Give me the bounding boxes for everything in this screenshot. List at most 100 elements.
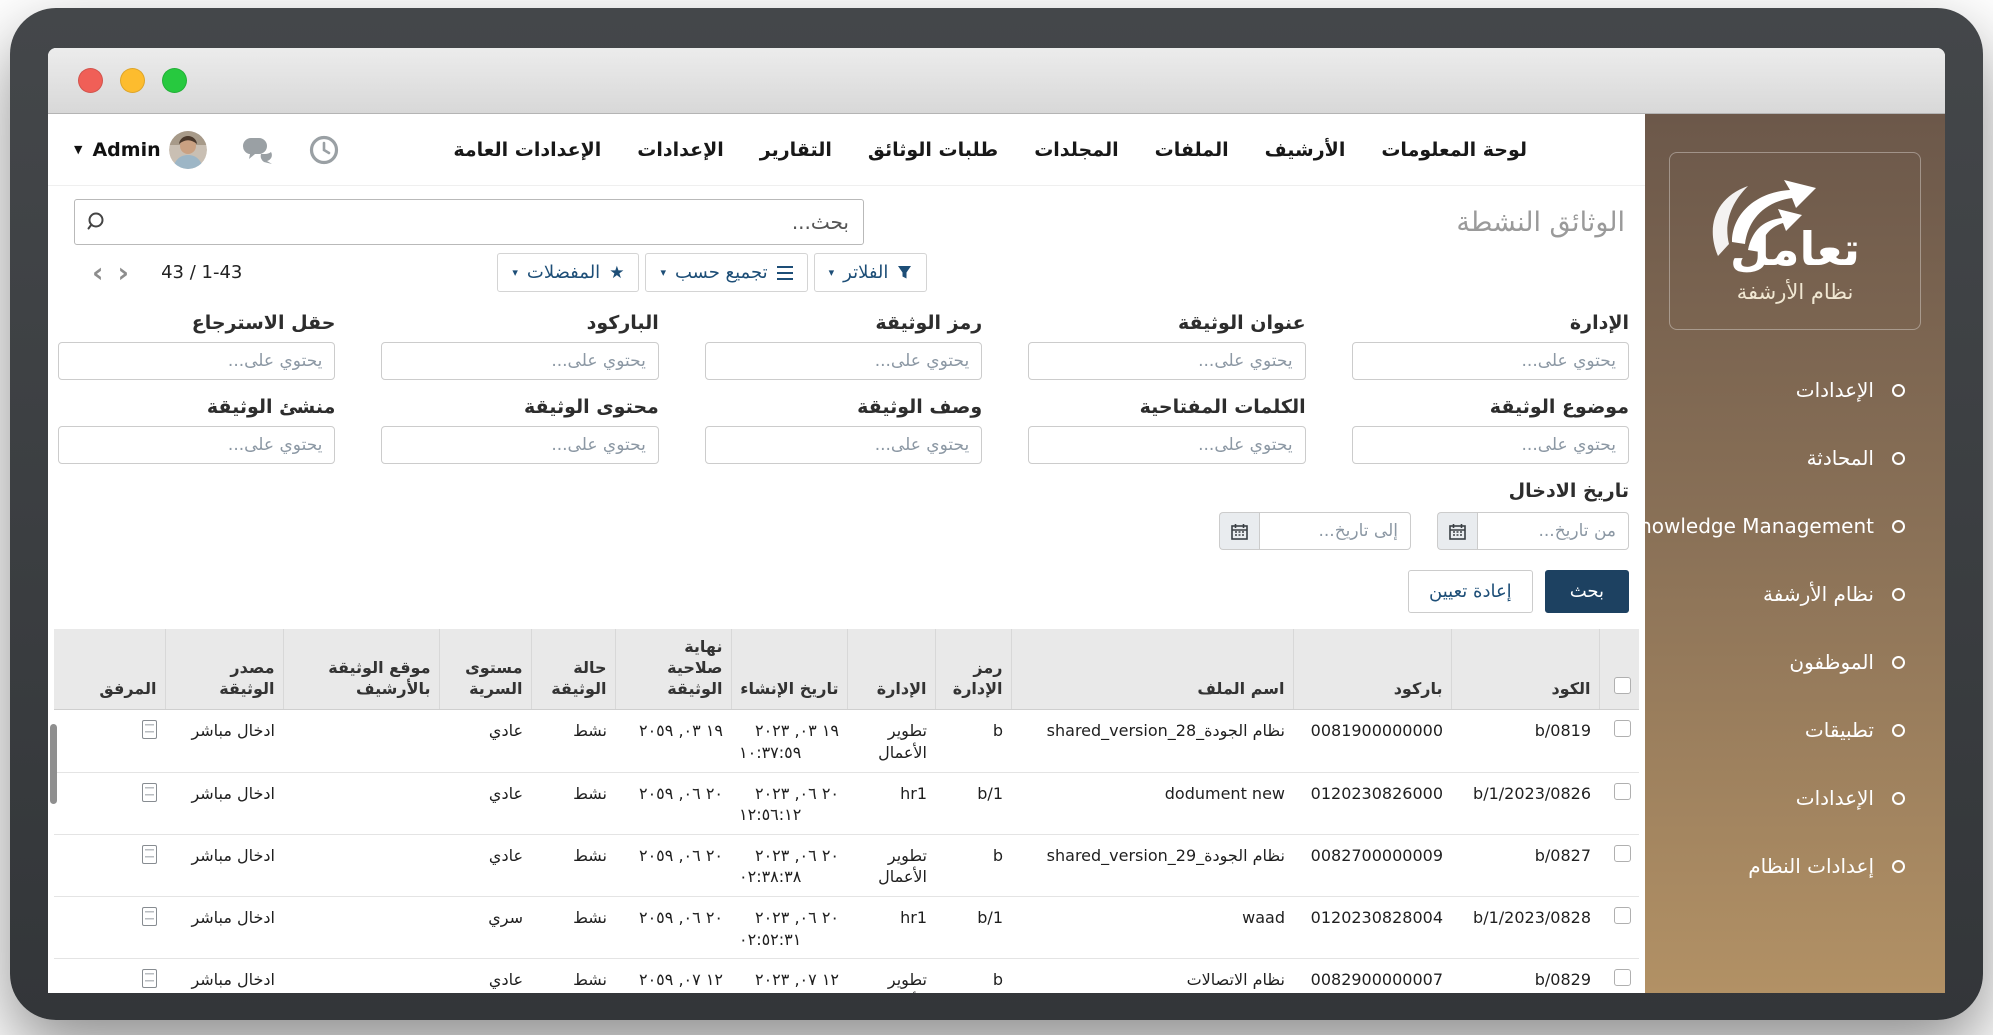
avatar[interactable] (169, 131, 207, 169)
user-menu[interactable]: Admin (92, 139, 160, 161)
zoom-button[interactable] (162, 68, 187, 93)
row-checkbox[interactable] (1614, 845, 1631, 862)
select-all-checkbox[interactable] (1614, 677, 1631, 694)
created-time: ٠٢:٣٨:٣٨ (739, 866, 839, 888)
filter-field-input[interactable] (1352, 342, 1629, 380)
minimize-button[interactable] (120, 68, 145, 93)
cell-confidentiality: عادي (439, 710, 531, 772)
table-row[interactable]: b/08290082900000007نظام الاتصالات الإدار… (54, 959, 1639, 993)
sidebar-item-5[interactable]: الموظفون (1645, 628, 1945, 696)
cell-confidentiality: عادي (439, 959, 531, 993)
filter-field-input[interactable] (58, 342, 335, 380)
row-checkbox[interactable] (1614, 720, 1631, 737)
filter-field-input[interactable] (1028, 426, 1305, 464)
attachment-icon[interactable] (142, 783, 157, 802)
column-header-12[interactable]: المرفق (54, 629, 165, 710)
filter-field-input[interactable] (705, 342, 982, 380)
sidebar-item-7[interactable]: الإعدادات (1645, 764, 1945, 832)
cell-dept-code: b (935, 710, 1011, 772)
scrollbar-thumb[interactable] (50, 724, 57, 804)
cell-status: نشط (531, 710, 615, 772)
table-row[interactable]: b/1/2023/08280120230828004waadb/1hr1٢٠ ٠… (54, 896, 1639, 958)
close-button[interactable] (78, 68, 103, 93)
row-checkbox[interactable] (1614, 783, 1631, 800)
cell-expiry: ١٢ ٠٧, ٢٠٥٩ (615, 959, 731, 993)
search-submit-button[interactable]: بحث (1545, 570, 1629, 613)
filter-panel: الإدارةعنوان الوثيقةرمز الوثيقةالباركودح… (48, 306, 1645, 613)
clock-icon[interactable] (309, 135, 339, 165)
nav-link-1[interactable]: لوحة المعلومات (1381, 139, 1527, 161)
cell-barcode: 0081900000000 (1293, 710, 1451, 772)
calendar-icon[interactable] (1437, 512, 1477, 550)
row-checkbox[interactable] (1614, 969, 1631, 986)
sidebar-item-8[interactable]: إعدادات النظام (1645, 832, 1945, 900)
caret-down-icon: ▾ (512, 266, 518, 279)
cell-created: ٢٠ ٠٦, ٢٠٢٣٠٢:٣٨:٣٨ (731, 834, 847, 896)
cell-source: ادخال مباشر (165, 710, 283, 772)
sidebar-item-6[interactable]: تطبيقات (1645, 696, 1945, 764)
attachment-icon[interactable] (142, 720, 157, 739)
column-header-4[interactable]: رمز الإدارة (935, 629, 1011, 710)
filter-field-input[interactable] (1028, 342, 1305, 380)
favorites-button[interactable]: ★ المفضلات ▾ (497, 253, 639, 292)
row-checkbox[interactable] (1614, 907, 1631, 924)
app-logo[interactable]: تعامل نظام الأرشفة (1669, 152, 1921, 330)
attachment-icon[interactable] (142, 845, 157, 864)
nav-link-8[interactable]: الإعدادات العامة (453, 139, 601, 161)
nav-link-5[interactable]: طلبات الوثائق (868, 139, 998, 161)
cell-barcode: 0082700000009 (1293, 834, 1451, 896)
filter-field-label: رمز الوثيقة (705, 312, 982, 334)
nav-link-2[interactable]: الأرشيف (1265, 139, 1346, 161)
menu-bullet-icon (1892, 452, 1905, 465)
filter-field-input[interactable] (381, 426, 658, 464)
column-header-5[interactable]: الإدارة (847, 629, 935, 710)
calendar-icon[interactable] (1219, 512, 1259, 550)
table-row[interactable]: b/08190081900000000نظام الجودة_shared_ve… (54, 710, 1639, 772)
sidebar-item-label: الإعدادات (1796, 786, 1874, 810)
filter-field-input[interactable] (58, 426, 335, 464)
nav-link-4[interactable]: المجلدات (1034, 139, 1118, 161)
attachment-icon[interactable] (142, 907, 157, 926)
column-header-9[interactable]: مستوى السرية (439, 629, 531, 710)
column-header-6[interactable]: تاريخ الإنشاء (731, 629, 847, 710)
filter-field-input[interactable] (705, 426, 982, 464)
column-header-1[interactable]: الكود (1451, 629, 1599, 710)
table-row[interactable]: b/1/2023/08260120230826000dodument newb/… (54, 772, 1639, 834)
table-row[interactable]: b/08270082700000009نظام الجودة_shared_ve… (54, 834, 1639, 896)
pager-next-icon[interactable]: › (118, 263, 130, 283)
nav-link-7[interactable]: الإعدادات (637, 139, 723, 161)
column-header-3[interactable]: اسم الملف (1011, 629, 1293, 710)
filter-field-input[interactable] (381, 342, 658, 380)
sidebar-item-2[interactable]: المحادثة (1645, 424, 1945, 492)
sidebar-item-1[interactable]: الإعدادات (1645, 356, 1945, 424)
cell-file-name: dodument new (1011, 772, 1293, 834)
cell-source: ادخال مباشر (165, 772, 283, 834)
column-header-8[interactable]: حالة الوثيقة (531, 629, 615, 710)
date-to-input[interactable] (1259, 512, 1411, 550)
column-header-2[interactable]: باركود (1293, 629, 1451, 710)
pager-prev-icon[interactable]: ‹ (92, 263, 104, 283)
row-select-cell (1599, 772, 1639, 834)
attachment-icon[interactable] (142, 969, 157, 988)
cell-status: نشط (531, 959, 615, 993)
column-header-11[interactable]: مصدر الوثيقة (165, 629, 283, 710)
group-by-button[interactable]: تجميع حسب ▾ (645, 253, 807, 292)
nav-link-6[interactable]: التقارير (760, 139, 832, 161)
nav-link-3[interactable]: الملفات (1155, 139, 1229, 161)
date-from-input[interactable] (1477, 512, 1629, 550)
row-select-cell (1599, 710, 1639, 772)
column-header-7[interactable]: نهاية صلاحية الوثيقة (615, 629, 731, 710)
sidebar-item-label: إعدادات النظام (1748, 854, 1874, 878)
reset-button[interactable]: إعادة تعيين (1408, 570, 1533, 613)
search-row: الوثائق النشطة (48, 186, 1645, 249)
search-input[interactable] (74, 199, 864, 245)
cell-attachment (54, 772, 165, 834)
cell-barcode: 0082900000007 (1293, 959, 1451, 993)
filters-button[interactable]: الفلاتر ▾ (814, 253, 928, 292)
column-header-10[interactable]: موقع الوثيقة بالأرشيف (283, 629, 439, 710)
chat-icon[interactable] (241, 136, 275, 164)
filter-field-input[interactable] (1352, 426, 1629, 464)
cell-code: b/0827 (1451, 834, 1599, 896)
sidebar-item-3[interactable]: Knowledge Management (1645, 492, 1945, 560)
sidebar-item-4[interactable]: نظام الأرشفة (1645, 560, 1945, 628)
